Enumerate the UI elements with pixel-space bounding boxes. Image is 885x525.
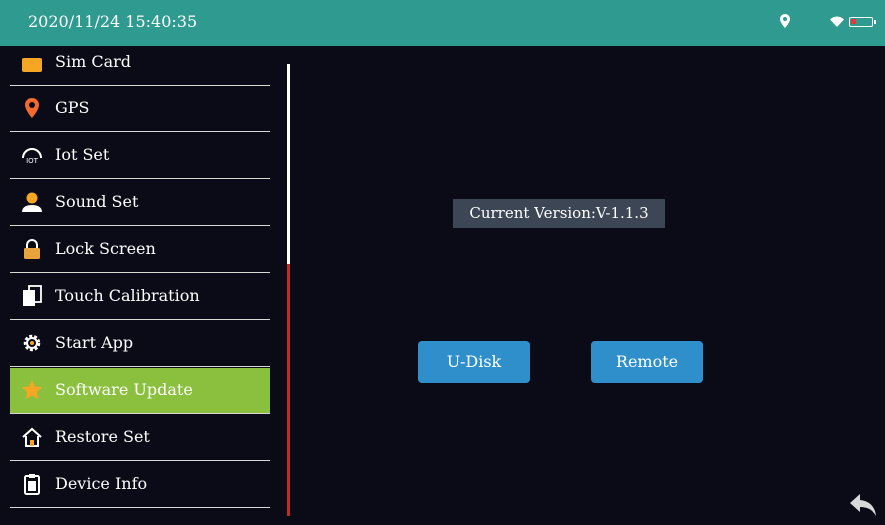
status-bar: 2020/11/24 15:40:35 (0, 0, 885, 46)
sidebar-item-iot-set[interactable]: IOT Iot Set (10, 133, 270, 179)
sidebar-item-label: Device Info (55, 474, 148, 493)
sidebar-item-start-app[interactable]: Start App (10, 321, 270, 367)
sidebar-item-label: Software Update (55, 380, 193, 399)
status-datetime: 2020/11/24 15:40:35 (28, 12, 198, 31)
location-icon (780, 14, 790, 28)
sidebar-item-device-info[interactable]: Device Info (10, 462, 270, 508)
sidebar-item-label: Sim Card (55, 52, 132, 71)
battery-icon (849, 17, 876, 27)
sidebar-item-software-update[interactable]: Software Update (10, 368, 270, 414)
u-disk-button[interactable]: U-Disk (418, 341, 530, 383)
sidebar-item-label: Touch Calibration (55, 286, 200, 305)
sidebar-item-label: Restore Set (55, 427, 150, 446)
sidebar-item-sound-set[interactable]: Sound Set (10, 180, 270, 226)
location-pin-icon (25, 98, 39, 118)
home-icon (22, 427, 42, 447)
star-icon (22, 380, 42, 400)
sidebar-item-lock-screen[interactable]: Lock Screen (10, 227, 270, 273)
sidebar-item-touch-calibration[interactable]: Touch Calibration (10, 274, 270, 320)
user-icon (22, 192, 42, 212)
sidebar-item-label: GPS (55, 98, 90, 117)
sidebar-item-gps[interactable]: GPS (10, 86, 270, 132)
back-arrow-icon[interactable] (848, 492, 878, 518)
clipboard-icon (24, 474, 40, 495)
gear-icon (23, 334, 41, 352)
sidebar-item-sim-card[interactable]: Sim Card (10, 46, 270, 86)
sidebar-item-label: Lock Screen (55, 239, 156, 258)
copy-icon (23, 285, 42, 306)
svg-text:IOT: IOT (26, 157, 39, 165)
remote-button[interactable]: Remote (591, 341, 703, 383)
current-version-label: Current Version:V-1.1.3 (453, 199, 665, 228)
wifi-icon (830, 16, 844, 27)
lock-icon (24, 239, 40, 259)
sidebar-item-restore-set[interactable]: Restore Set (10, 415, 270, 461)
sim-card-icon (22, 58, 42, 72)
settings-menu: Sim Card GPS IOT Iot Set Sound Set Lock … (10, 46, 270, 525)
scrollbar-thumb[interactable] (287, 64, 290, 264)
iot-icon: IOT (22, 148, 42, 165)
sidebar-item-label: Start App (55, 333, 134, 352)
sidebar-item-label: Iot Set (55, 145, 110, 164)
sidebar-item-label: Sound Set (55, 192, 139, 211)
